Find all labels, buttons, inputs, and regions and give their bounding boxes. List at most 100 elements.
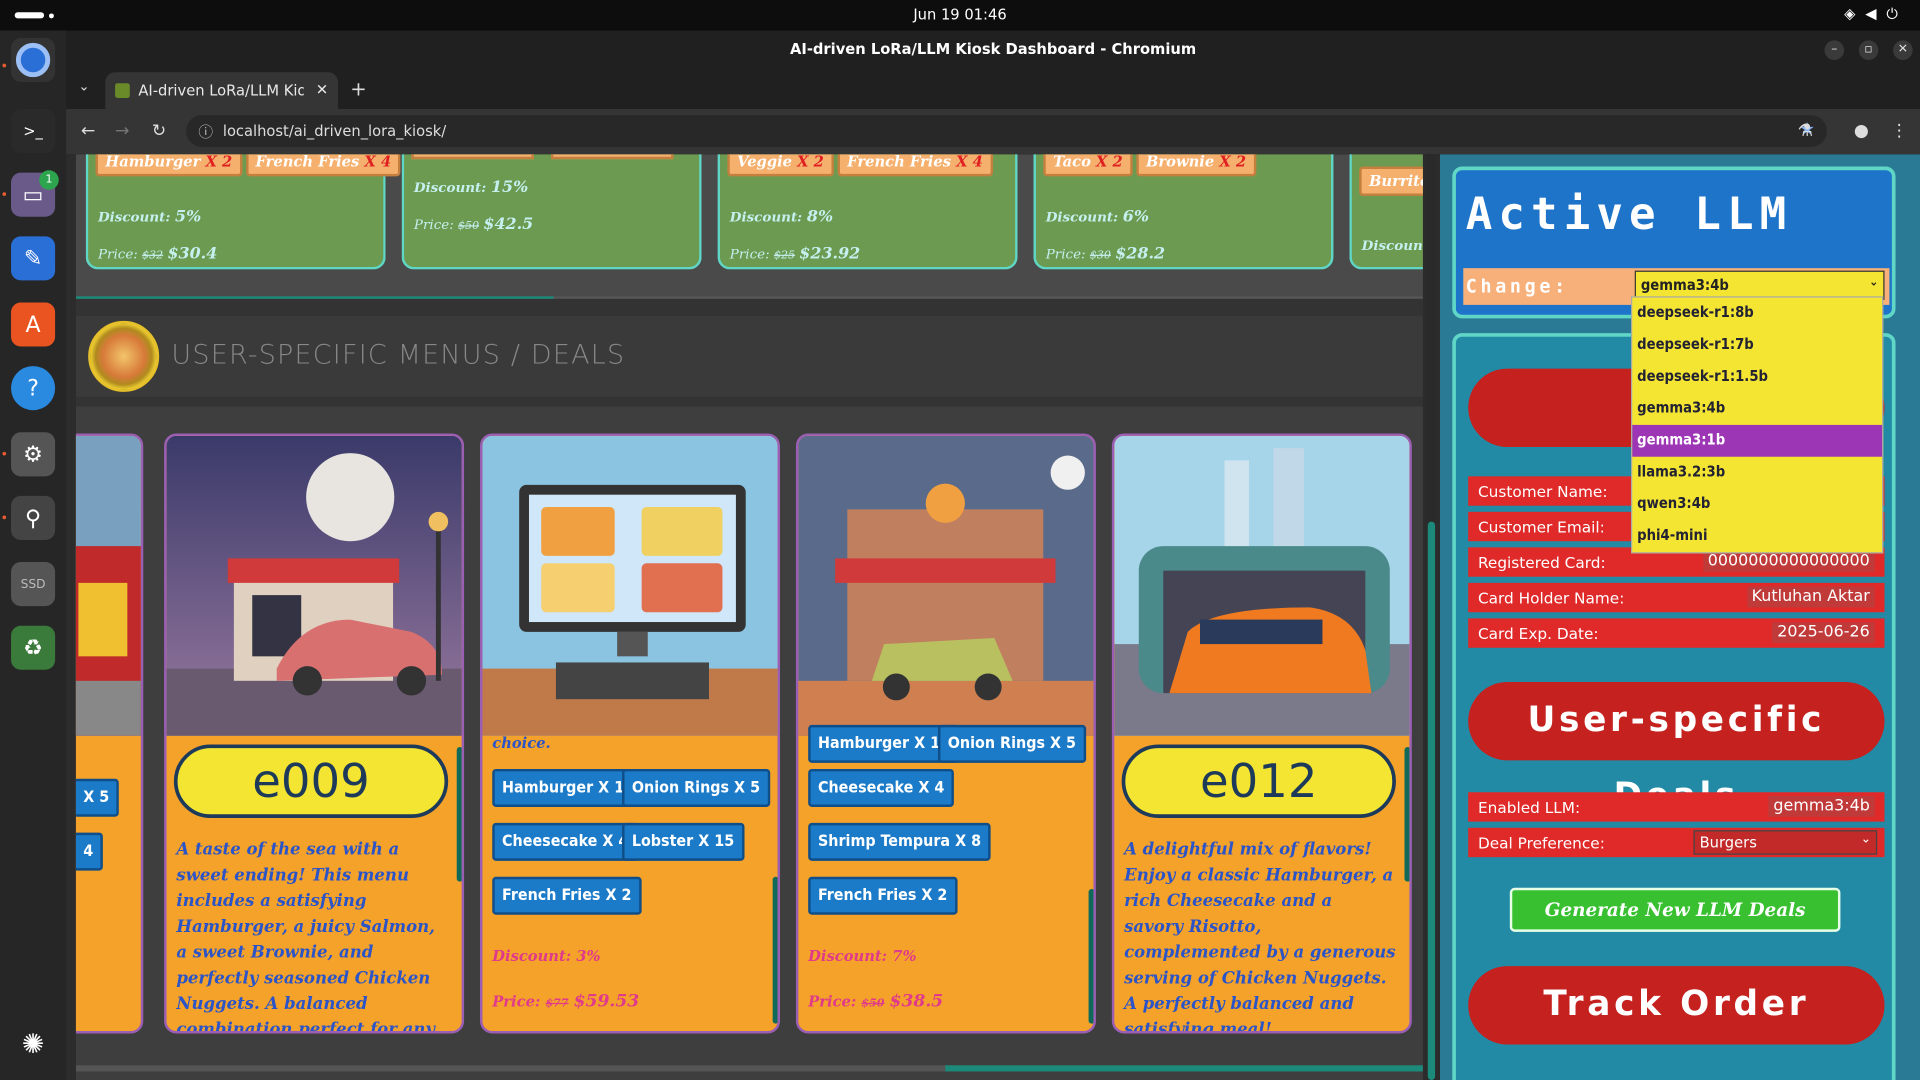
offer-discount: Discount: 15% (413, 178, 529, 198)
os-top-bar: Jun 19 01:46 ◈◀⏻ (0, 0, 1920, 31)
help-icon[interactable]: ? (11, 366, 56, 411)
address-bar[interactable]: ⓘ localhost/ai_driven_lora_kiosk/ ★ (186, 115, 1827, 147)
window-titlebar: AI-driven LoRa/LLM Kiosk Dashboard - Chr… (66, 30, 1920, 68)
deal-card[interactable]: choice. Hamburger X 12 Onion Rings X 5 C… (480, 433, 781, 1034)
trash-icon[interactable]: ♻ (11, 625, 56, 670)
dock: >_ ▭ 1 ✎ A ? ⚙ ⚲ SSD ♻ ✺ (0, 30, 67, 1080)
files-badge: 1 (39, 170, 59, 190)
user-specific-deals-button[interactable]: User-specific Deals (1468, 682, 1885, 816)
offer-tag: Burrito X (1359, 166, 1423, 196)
reload-icon[interactable]: ↻ (152, 121, 166, 141)
ssd-drive-icon[interactable]: SSD (11, 562, 56, 607)
wifi-icon: ◈ (1844, 4, 1866, 23)
search-icon[interactable]: ⚲ (11, 495, 56, 541)
offer-card[interactable]: Burrito X Discount: (1349, 154, 1423, 270)
card-exp-row: Card Exp. Date: 2025-06-26 (1468, 618, 1885, 648)
llm-option[interactable]: gemma3:4b (1632, 393, 1882, 425)
profile-icon[interactable]: ● (1854, 121, 1869, 141)
offer-tag: Veggie X 2 (727, 154, 834, 177)
maximize-button[interactable]: ▫ (1858, 40, 1879, 61)
offer-price: Price: $30 $28.2 (1045, 244, 1166, 264)
deals-scrollbar[interactable] (75, 1065, 1423, 1072)
menu-kebab-icon[interactable]: ⋮ (1891, 121, 1908, 141)
system-tray[interactable]: ◈◀⏻ (1844, 5, 1908, 23)
page-scrollbar[interactable] (1426, 154, 1437, 1080)
llm-option[interactable]: qwen3:4b (1632, 489, 1882, 521)
show-apps-icon[interactable]: ✺ (11, 1022, 55, 1066)
text-editor-icon[interactable]: ✎ (11, 236, 56, 281)
offer-card[interactable]: Hamburger X 2 French Fries X 4 Discount: … (85, 154, 401, 270)
side-panel: Active LLM Change: gemma3:4b⌄ I Customer… (1440, 154, 1920, 1080)
ssd-label: SSD (20, 577, 46, 591)
restaurant-image (798, 435, 1094, 736)
track-order-button[interactable]: Track Order (1468, 966, 1885, 1045)
deal-card-e009[interactable]: e009 A taste of the sea with a sweet end… (164, 433, 465, 1034)
generate-deals-button[interactable]: Generate New LLM Deals (1509, 887, 1841, 932)
offer-card[interactable]: Veggie X 2 French Fries X 4 Discount: 8% … (717, 154, 1018, 270)
deal-card-e012[interactable]: e012 A delightful mix of flavors! Enjoy … (1111, 433, 1412, 1034)
offer-discount: Discount: (1361, 237, 1423, 254)
offer-discount: Discount: 5% (97, 208, 202, 227)
diner-image (166, 435, 462, 736)
labs-icon[interactable]: ⚗ (1798, 121, 1813, 141)
llm-dropdown-list: deepseek-r1:8b deepseek-r1:7b deepseek-r… (1631, 296, 1884, 554)
site-info-icon[interactable]: ⓘ (198, 121, 213, 142)
back-icon[interactable]: ← (81, 121, 95, 141)
deal-preference-select[interactable]: Burgers ⌄ (1693, 830, 1878, 855)
deal-price: Price: $50 $38.5 (808, 991, 944, 1012)
deal-price: Price: $77 $59.53 (492, 991, 640, 1012)
llm-option[interactable]: llama3.2:3b (1632, 457, 1882, 489)
offer-tag: French Fries X 4 (245, 154, 401, 177)
deal-description: A taste of the sea with a sweet ending! … (176, 840, 436, 1034)
offer-tag: Hamburger X 2 (95, 154, 243, 177)
url-text: localhost/ai_driven_lora_kiosk/ (222, 122, 447, 140)
offers-scrollbar[interactable] (75, 296, 1423, 299)
chevron-down-icon: ⌄ (1860, 832, 1872, 847)
new-tab-button[interactable]: + (350, 77, 366, 100)
menu-item-tag: 4 (75, 832, 104, 871)
change-label: Change: (1465, 275, 1569, 298)
tab-search-icon[interactable]: ⌄ (78, 78, 89, 94)
offer-price: Price: $25 $23.92 (729, 244, 861, 264)
clock[interactable]: Jun 19 01:46 (0, 6, 1920, 23)
forward-icon[interactable]: → (115, 121, 129, 141)
tab-close-icon[interactable]: ✕ (316, 81, 328, 98)
tab-label: AI-driven LoRa/LLM Kiosk (138, 82, 303, 100)
volume-icon: ◀ (1865, 4, 1887, 23)
settings-gear-icon[interactable]: ⚙ (11, 432, 56, 477)
llm-option[interactable]: deepseek-r1:8b (1632, 298, 1882, 330)
close-button[interactable]: ✕ (1893, 40, 1913, 61)
chromium-icon[interactable] (11, 37, 56, 83)
offer-card[interactable]: Taco X 2 Brownie X 2 Discount: 6% Price: … (1033, 154, 1334, 270)
llm-option-highlighted[interactable]: gemma3:1b (1632, 424, 1883, 457)
deals-carousel: X 5 4 e009 A taste of the sea with a swe… (75, 406, 1423, 1080)
offer-price: Price: $50 $42.5 (413, 215, 534, 234)
tab-bar: ⌄ AI-driven LoRa/LLM Kiosk ✕ + (66, 67, 1920, 109)
power-icon: ⏻ (1886, 4, 1908, 23)
chevron-down-icon: ⌄ (1869, 275, 1879, 289)
menu-item-tag: Onion Rings X 5 (622, 768, 770, 807)
terminal-icon[interactable]: >_ (11, 108, 56, 154)
offer-discount: Discount: 8% (729, 208, 834, 227)
llm-option[interactable]: phi4-mini (1632, 520, 1882, 552)
card-holder-row: Card Holder Name: Kutluhan Aktar (1468, 582, 1885, 613)
deal-preference-row: Deal Preference: Burgers ⌄ (1468, 827, 1885, 858)
offer-price: Price: $32 $30.4 (97, 244, 218, 264)
offer-tag: French Fries X 4 (837, 154, 993, 177)
deal-card[interactable]: Hamburger X 12 Onion Rings X 5 Cheesecak… (795, 433, 1096, 1034)
menu-item-tag: Lobster X 15 (622, 822, 744, 861)
deal-id-badge: e012 (1121, 744, 1396, 818)
offer-discount: Discount: 6% (1045, 208, 1150, 227)
menu-item-tag: X 5 (75, 778, 120, 817)
minimize-button[interactable]: – (1824, 40, 1845, 61)
deal-description: A delightful mix of flavors! Enjoy a cla… (1124, 840, 1396, 1034)
app-center-icon[interactable]: A (11, 302, 56, 347)
deal-card[interactable]: X 5 4 (75, 433, 144, 1034)
offer-tag: Taco X 2 (1043, 154, 1133, 177)
llm-option[interactable]: deepseek-r1:1.5b (1632, 361, 1882, 393)
window-title: AI-driven LoRa/LLM Kiosk Dashboard - Chr… (789, 40, 1197, 58)
offer-card[interactable]: Discount: 15% Price: $50 $42.5 (401, 154, 702, 270)
menu-item-tag: Onion Rings X 5 (937, 724, 1086, 763)
llm-option[interactable]: deepseek-r1:7b (1632, 329, 1882, 361)
tab-kiosk[interactable]: AI-driven LoRa/LLM Kiosk ✕ (105, 72, 338, 109)
